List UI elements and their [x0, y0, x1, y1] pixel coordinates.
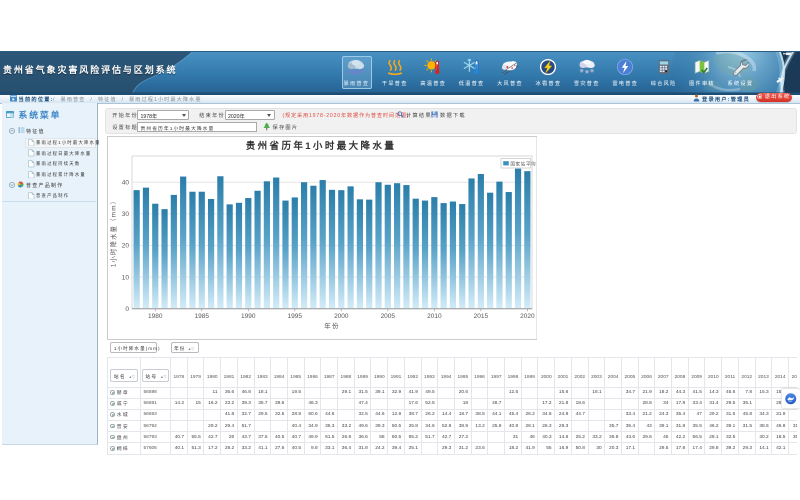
- svg-text:40: 40: [121, 179, 129, 186]
- svg-text:国家站平均: 国家站平均: [510, 161, 536, 168]
- svg-text:0: 0: [125, 306, 129, 313]
- svg-text:1985: 1985: [194, 313, 209, 320]
- svg-text:2000: 2000: [334, 313, 349, 320]
- svg-text:30: 30: [121, 211, 129, 218]
- svg-text:2015: 2015: [473, 313, 488, 320]
- svg-text:1990: 1990: [241, 313, 256, 320]
- svg-text:20: 20: [121, 243, 129, 250]
- svg-text:2010: 2010: [427, 313, 442, 320]
- svg-text:贵州省历年1小时最大降水量: 贵州省历年1小时最大降水量: [245, 140, 395, 152]
- svg-text:1小时降水量（mm）: 1小时降水量（mm）: [108, 197, 117, 268]
- svg-text:1995: 1995: [287, 313, 302, 320]
- svg-text:2005: 2005: [380, 313, 395, 320]
- svg-text:年份: 年份: [324, 321, 340, 330]
- svg-text:1980: 1980: [148, 313, 163, 320]
- svg-text:2020: 2020: [520, 313, 535, 320]
- svg-text:10: 10: [121, 274, 129, 281]
